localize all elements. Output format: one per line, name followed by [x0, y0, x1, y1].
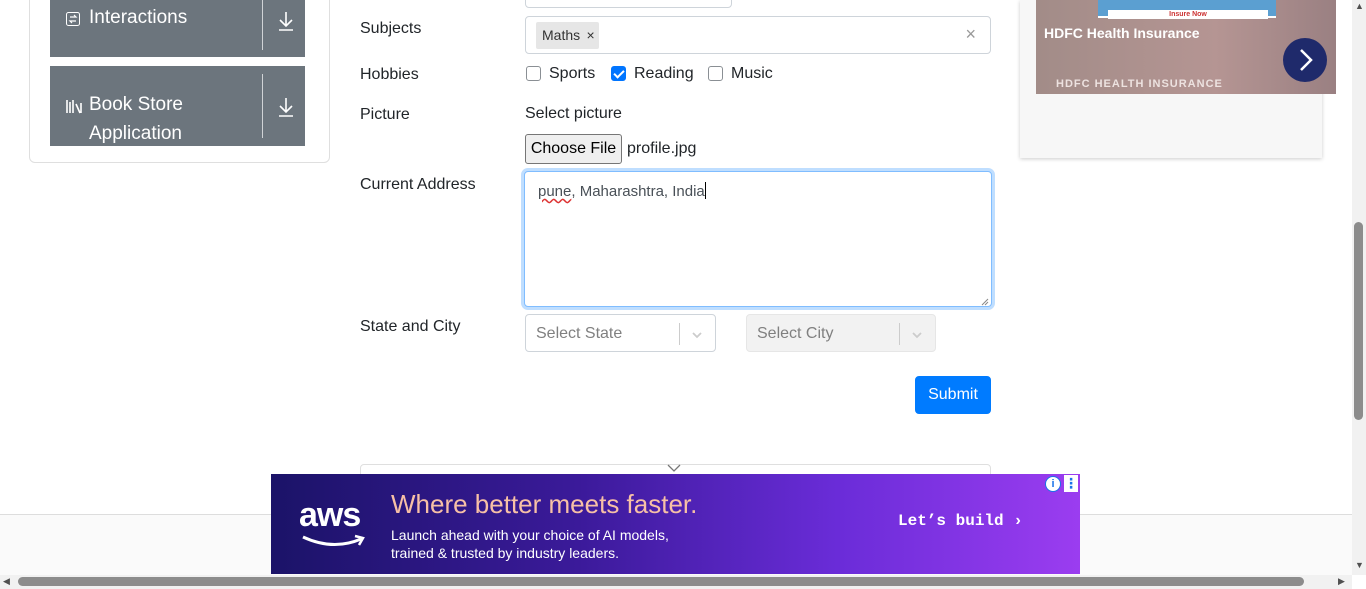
sidebar-item-label: Interactions: [89, 7, 188, 28]
chevron-down-icon[interactable]: [911, 328, 923, 340]
ad-info-icon[interactable]: i: [1045, 476, 1061, 492]
state-city-label: State and City: [360, 318, 461, 335]
aws-smile-icon: [302, 534, 365, 546]
resize-handle-icon[interactable]: [979, 293, 989, 306]
choose-file-button[interactable]: Choose File: [525, 134, 622, 164]
horizontal-scrollbar-thumb[interactable]: [18, 577, 1304, 586]
aws-ad-body: Launch ahead with your choice of AI mode…: [391, 526, 711, 562]
scroll-right-arrow-icon[interactable]: ▶: [1338, 576, 1345, 587]
state-placeholder: Select State: [536, 325, 623, 342]
divider: [262, 0, 263, 50]
right-ad-arrow-button[interactable]: [1283, 38, 1327, 82]
reading-checkbox[interactable]: [611, 66, 626, 81]
aws-ad-body-line1: Launch ahead with your choice of AI mode…: [391, 527, 669, 543]
form-field-stub[interactable]: [525, 0, 732, 8]
sports-label[interactable]: Sports: [549, 65, 595, 83]
city-placeholder: Select City: [757, 325, 834, 342]
aws-ad-banner[interactable]: aws Where better meets faster. Launch ah…: [271, 474, 1080, 574]
address-text: , Maharashtra, India: [571, 183, 705, 200]
sidebar-item-book-store[interactable]: Book Store Application: [50, 66, 305, 146]
book-store-icon: [66, 98, 84, 119]
state-select[interactable]: Select State: [525, 314, 716, 352]
reading-label[interactable]: Reading: [634, 65, 694, 83]
chevron-down-icon[interactable]: [667, 460, 681, 472]
current-address-textarea[interactable]: pune, Maharashtra, India: [524, 171, 992, 307]
subject-chip: Maths ×: [536, 22, 600, 49]
chip-remove-icon[interactable]: ×: [582, 22, 599, 49]
aws-ad-body-line2: trained & trusted by industry leaders.: [391, 545, 620, 561]
sidebar-item-label-line1: Book Store: [89, 94, 183, 115]
clear-icon[interactable]: ×: [965, 24, 976, 45]
ad-banner-text: Insure Now: [1108, 10, 1268, 19]
right-ad-subtitle: HDFC HEALTH INSURANCE: [1056, 78, 1223, 90]
subjects-input[interactable]: Maths × ×: [525, 16, 991, 54]
ad-more-icon[interactable]: ⋮: [1064, 475, 1078, 492]
chevron-right-icon: [1300, 49, 1313, 71]
submit-button[interactable]: Submit: [915, 376, 991, 414]
select-picture-label: Select picture: [525, 105, 622, 122]
sidebar-item-interactions[interactable]: Interactions: [50, 0, 305, 57]
aws-logo: aws: [299, 496, 361, 534]
right-ad-title[interactable]: HDFC Health Insurance: [1044, 25, 1200, 41]
aws-ad-headline: Where better meets faster.: [391, 489, 698, 519]
divider: [262, 74, 263, 138]
download-icon[interactable]: [277, 96, 295, 118]
text-caret: [704, 182, 706, 199]
download-icon[interactable]: [277, 10, 295, 32]
aws-ad-cta[interactable]: Let’s build ›: [898, 512, 1023, 530]
current-address-label: Current Address: [360, 176, 476, 193]
file-name: profile.jpg: [627, 140, 697, 157]
scroll-down-arrow-icon[interactable]: ▼: [1355, 560, 1364, 570]
select-separator: [679, 323, 680, 345]
misspelled-word: pune: [538, 183, 572, 200]
music-checkbox[interactable]: [708, 66, 723, 81]
scroll-left-arrow-icon[interactable]: ◀: [3, 576, 10, 587]
select-separator: [899, 323, 900, 345]
city-select[interactable]: Select City: [746, 314, 936, 352]
vertical-scrollbar-thumb[interactable]: [1354, 222, 1363, 420]
subjects-label: Subjects: [360, 20, 422, 37]
chevron-down-icon[interactable]: [691, 328, 703, 340]
subject-chip-label: Maths: [542, 27, 581, 43]
hobbies-label: Hobbies: [360, 66, 419, 83]
music-label[interactable]: Music: [731, 65, 773, 83]
interactions-icon: [66, 12, 80, 31]
sports-checkbox[interactable]: [526, 66, 541, 81]
picture-label: Picture: [360, 106, 410, 123]
scroll-up-arrow-icon[interactable]: ▲: [1355, 1, 1364, 11]
sidebar-item-label-line2: Application: [89, 123, 182, 144]
